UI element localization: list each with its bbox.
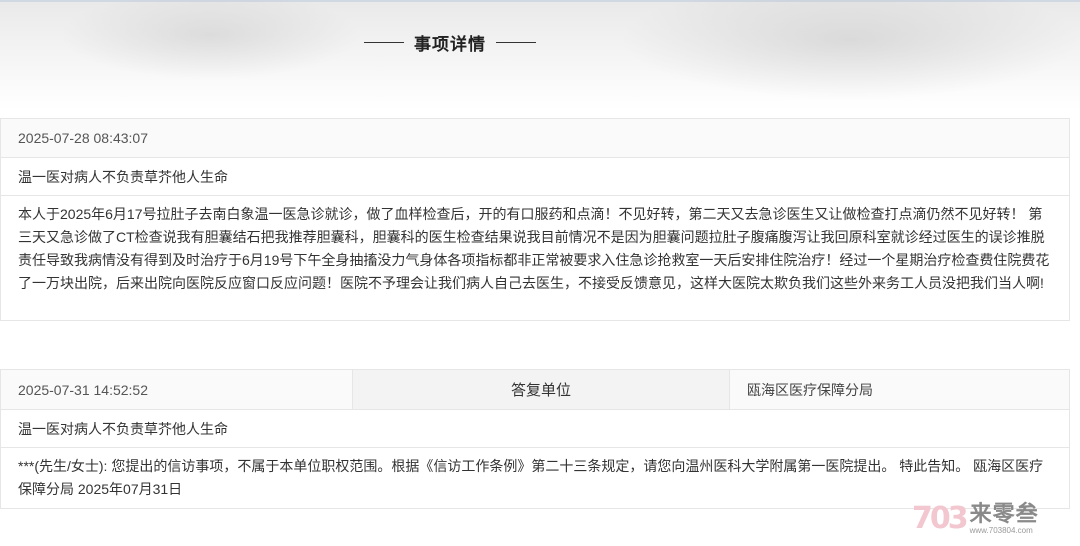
page-banner: 事项详情 — [0, 0, 1080, 110]
reply-title: 温一医对病人不负责草芥他人生命 — [1, 410, 1069, 448]
watermark-name: 来零叁 — [969, 501, 1039, 526]
banner-decoration — [60, 0, 360, 80]
reply-content: ***(先生/女士): 您提出的信访事项，不属于本单位职权范围。根据《信访工作条… — [18, 458, 1044, 497]
reply-unit: 瓯海区医疗保障分局 — [747, 381, 873, 398]
watermark-url: www.703804.com — [969, 526, 1033, 535]
complaint-card: 2025-07-28 08:43:07 温一医对病人不负责草芥他人生命 本人于2… — [0, 118, 1070, 321]
banner-decoration — [620, 0, 1080, 100]
reply-unit-label: 答复单位 — [353, 370, 730, 409]
watermark-brand: 来零叁 www.703804.com — [970, 503, 1039, 535]
complaint-content: 本人于2025年6月17号拉肚子去南白象温一医急诊就诊，做了血样检查后，开的有口… — [18, 206, 1050, 291]
heading-left-rule — [364, 41, 404, 43]
page-title: 事项详情 — [414, 34, 486, 55]
heading-right-rule — [496, 41, 536, 43]
reply-datetime: 2025-07-31 14:52:52 — [1, 370, 353, 409]
site-watermark: 703 来零叁 www.703804.com — [912, 498, 1072, 540]
complaint-datetime: 2025-07-28 08:43:07 — [1, 119, 1069, 158]
watermark-logo: 703 — [912, 501, 969, 536]
reply-header-row: 2025-07-31 14:52:52 答复单位 瓯海区医疗保障分局 — [1, 370, 1069, 410]
complaint-title: 温一医对病人不负责草芥他人生命 — [1, 158, 1069, 196]
section-heading: 事项详情 — [360, 30, 540, 55]
reply-card: 2025-07-31 14:52:52 答复单位 瓯海区医疗保障分局 温一医对病… — [0, 369, 1070, 509]
